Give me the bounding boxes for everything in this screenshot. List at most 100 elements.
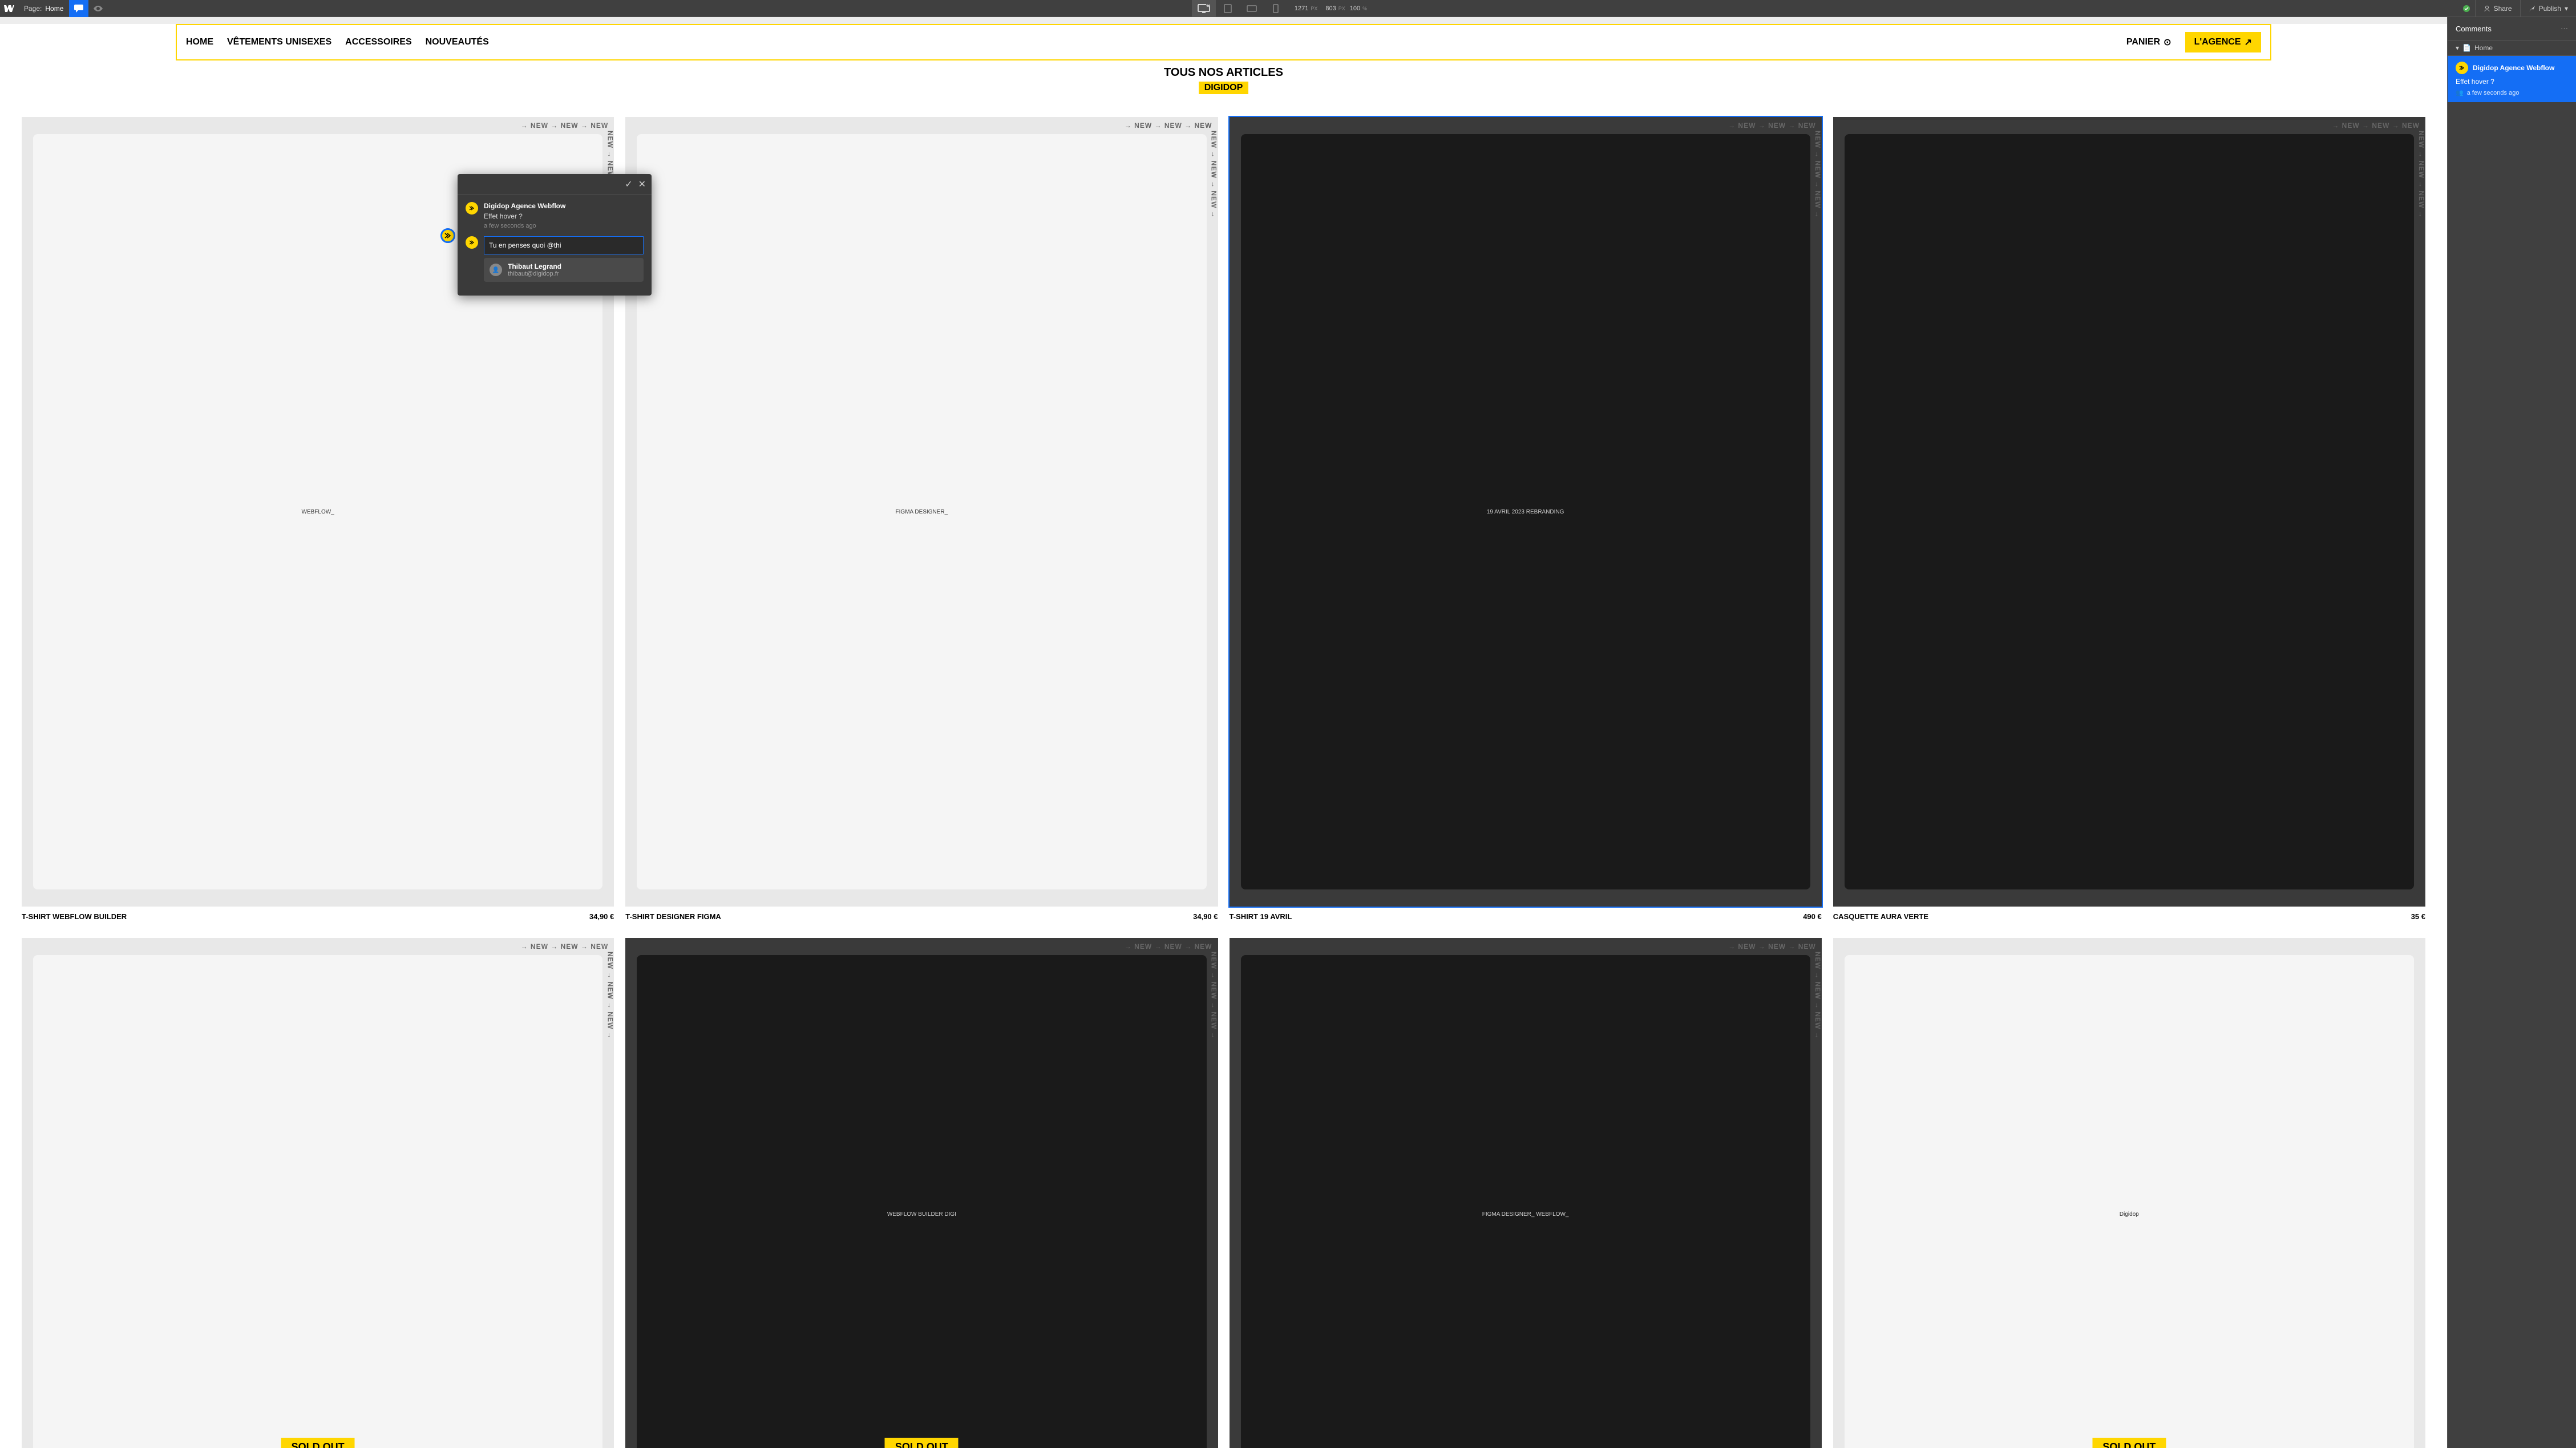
- breakpoint-landscape[interactable]: [1240, 0, 1264, 17]
- list-author: Digidop Agence Webflow: [2473, 64, 2554, 72]
- arrow-icon: ↗: [2245, 37, 2252, 48]
- product-mock: 19 AVRIL 2023 REBRANDING: [1241, 134, 1810, 889]
- canvas-width[interactable]: 1271: [1295, 5, 1308, 12]
- sold-out-badge: SOLD OUT: [885, 1438, 959, 1448]
- nav-nouveautes[interactable]: NOUVEAUTÉS: [426, 37, 489, 47]
- page-selector[interactable]: Page: Home: [18, 5, 69, 13]
- preview-button[interactable]: [88, 0, 108, 17]
- new-badge-vertical: NEW → NEW → NEW →: [1814, 131, 1822, 219]
- product-card[interactable]: Digidop SOLD OUT: [1833, 938, 2425, 1448]
- hero-title: TOUS NOS ARTICLES: [0, 66, 2447, 79]
- product-image: → NEW → NEW → NEW NEW → NEW → NEW → WEBF…: [625, 938, 1218, 1448]
- nav-vetements[interactable]: VÊTEMENTS UNISEXES: [227, 37, 331, 47]
- breakpoint-tablet[interactable]: [1216, 0, 1240, 17]
- product-card[interactable]: → NEW → NEW → NEW NEW → NEW → NEW → 19 A…: [1230, 117, 1822, 927]
- page-prefix: Page:: [24, 5, 42, 13]
- product-name: CASQUETTE AURA VERTE: [1833, 912, 1928, 921]
- sold-out-badge: SOLD OUT: [2092, 1438, 2166, 1448]
- breakpoint-mobile[interactable]: [1264, 0, 1288, 17]
- new-badge-vertical: NEW → NEW → NEW →: [1814, 952, 1822, 1040]
- reply-avatar: [466, 236, 478, 249]
- publish-label: Publish: [2539, 5, 2561, 13]
- cart-label: PANIER: [2126, 37, 2160, 47]
- page-icon: 📄: [2462, 44, 2471, 52]
- panel-title: Comments: [2456, 25, 2492, 33]
- more-icon[interactable]: ⋯: [2561, 24, 2568, 33]
- chevron-down-icon: ▾: [2565, 5, 2568, 13]
- section-label: Home: [2474, 44, 2493, 52]
- site-navbar: HOME VÊTEMENTS UNISEXES ACCESSOIRES NOUV…: [176, 24, 2271, 60]
- comment-marker[interactable]: [440, 228, 455, 243]
- new-badge-vertical: NEW → NEW → NEW →: [1210, 952, 1218, 1040]
- mention-name: Thibaut Legrand: [508, 262, 561, 270]
- product-card[interactable]: → NEW → NEW → NEW NEW → NEW → NEW → WEBF…: [625, 938, 1218, 1448]
- comment-list-item[interactable]: Digidop Agence Webflow Effet hover ? 👥 a…: [2448, 56, 2576, 102]
- product-name: T-SHIRT 19 AVRIL: [1230, 912, 1292, 921]
- cart-button[interactable]: PANIER ⊙: [2126, 37, 2171, 48]
- agence-button[interactable]: L'AGENCE ↗: [2185, 32, 2261, 52]
- new-badge-vertical: NEW → NEW → NEW →: [1210, 131, 1218, 219]
- popup-text: Effet hover ?: [484, 212, 644, 220]
- mention-suggestion[interactable]: 👤 Thibaut Legrand thibaut@digidop.fr: [484, 258, 644, 282]
- mention-email: thibaut@digidop.fr: [508, 270, 561, 277]
- chevron-down-icon: ▾: [2456, 44, 2459, 52]
- close-icon[interactable]: ✕: [638, 179, 646, 190]
- new-badge: → NEW → NEW → NEW: [1125, 943, 1212, 950]
- product-image: → NEW → NEW → NEW NEW → NEW → NEW → FIGM…: [1230, 938, 1822, 1448]
- webflow-logo[interactable]: [0, 0, 18, 17]
- product-mock: Digidop: [1845, 955, 2414, 1448]
- product-name: T-SHIRT DESIGNER FIGMA: [625, 912, 721, 921]
- resolve-icon[interactable]: ✓: [625, 179, 632, 190]
- breakpoint-desktop[interactable]: [1192, 0, 1216, 17]
- nav-accessoires[interactable]: ACCESSOIRES: [345, 37, 411, 47]
- list-text: Effet hover ?: [2456, 78, 2568, 86]
- reply-input[interactable]: [484, 236, 644, 254]
- product-mock: [33, 955, 602, 1448]
- product-price: 34,90 €: [589, 912, 614, 921]
- new-badge: → NEW → NEW → NEW: [1728, 122, 1816, 130]
- product-image: → NEW → NEW → NEW NEW → NEW → NEW → 19 A…: [1230, 117, 1822, 907]
- canvas-height: 803: [1325, 5, 1336, 12]
- product-mock: FIGMA DESIGNER_ WEBFLOW_: [1241, 955, 1810, 1448]
- product-image: → NEW → NEW → NEW NEW → NEW → NEW → FIGM…: [625, 117, 1218, 907]
- new-badge: → NEW → NEW → NEW: [1125, 122, 1212, 130]
- user-icon: 👥: [2456, 89, 2464, 96]
- cart-icon: ⊙: [2163, 37, 2171, 48]
- hero-brand: DIGIDOP: [1199, 82, 1249, 94]
- product-price: 34,90 €: [1193, 912, 1218, 921]
- popup-author: Digidop Agence Webflow: [484, 202, 644, 210]
- product-price: 490 €: [1803, 912, 1822, 921]
- product-card[interactable]: → NEW → NEW → NEW NEW → NEW → NEW → SOLD…: [22, 938, 614, 1448]
- canvas-dimensions: 1271 PX 803 PX 100 %: [1288, 5, 1374, 12]
- px-unit: PX: [1311, 6, 1317, 11]
- px-unit-2: PX: [1338, 6, 1345, 11]
- zoom-value: 100: [1350, 5, 1360, 12]
- product-mock: [1845, 134, 2414, 889]
- product-image: → NEW → NEW → NEW NEW → NEW → NEW →: [1833, 117, 2425, 907]
- agence-label: L'AGENCE: [2194, 37, 2241, 47]
- mention-avatar: 👤: [490, 264, 502, 276]
- comments-toggle-button[interactable]: [69, 0, 88, 17]
- share-button[interactable]: Share: [2475, 0, 2520, 17]
- share-label: Share: [2494, 5, 2512, 13]
- product-card[interactable]: → NEW → NEW → NEW NEW → NEW → NEW → CASQ…: [1833, 117, 2425, 927]
- product-image: Digidop SOLD OUT: [1833, 938, 2425, 1448]
- product-card[interactable]: → NEW → NEW → NEW NEW → NEW → NEW → FIGM…: [1230, 938, 1822, 1448]
- percent-unit: %: [1362, 6, 1367, 11]
- new-badge: → NEW → NEW → NEW: [2332, 122, 2420, 130]
- popup-avatar: [466, 202, 478, 215]
- product-price: 35 €: [2411, 912, 2425, 921]
- new-badge: → NEW → NEW → NEW: [521, 943, 609, 950]
- canvas[interactable]: HOME VÊTEMENTS UNISEXES ACCESSOIRES NOUV…: [0, 17, 2447, 1448]
- publish-button[interactable]: Publish ▾: [2520, 0, 2576, 17]
- nav-home[interactable]: HOME: [186, 37, 213, 47]
- panel-section[interactable]: ▾ 📄 Home: [2448, 40, 2576, 56]
- new-badge-vertical: NEW → NEW → NEW →: [606, 952, 614, 1040]
- new-badge: → NEW → NEW → NEW: [521, 122, 609, 130]
- comment-popup: ✓ ✕ Digidop Agence Webflow Effet hover ?…: [458, 174, 652, 296]
- list-time: a few seconds ago: [2467, 90, 2520, 96]
- product-card[interactable]: → NEW → NEW → NEW NEW → NEW → NEW → FIGM…: [625, 117, 1218, 927]
- status-indicator: [2458, 5, 2475, 13]
- new-badge: → NEW → NEW → NEW: [1728, 943, 1816, 950]
- product-name: T-SHIRT WEBFLOW BUILDER: [22, 912, 127, 921]
